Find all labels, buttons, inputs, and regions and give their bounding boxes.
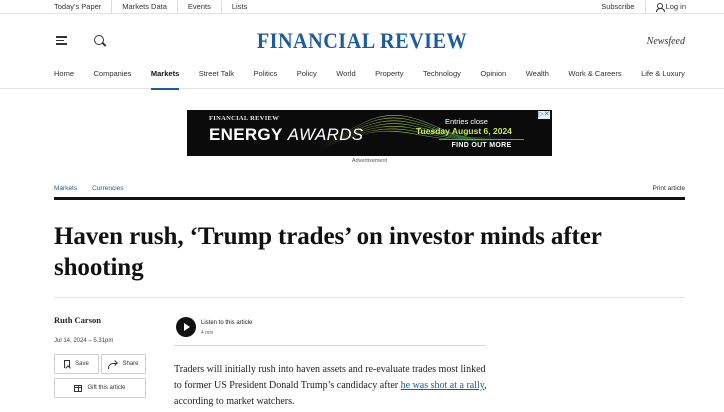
- article-headline: Haven rush, ‘Trump trades’ on investor m…: [54, 223, 602, 281]
- share-icon: [108, 361, 117, 369]
- article-body-paragraph: Traders will initially rush into haven a…: [174, 362, 494, 410]
- breadcrumb-currencies[interactable]: Currencies: [92, 185, 123, 192]
- ad-entries-close: Entries close: [445, 117, 488, 126]
- breadcrumb: Markets Currencies: [54, 185, 124, 192]
- nav-item-wealth[interactable]: Wealth: [526, 66, 549, 89]
- lists-link[interactable]: Lists: [222, 0, 257, 13]
- nav-item-street-talk[interactable]: Street Talk: [199, 66, 234, 89]
- audio-divider: [174, 345, 486, 346]
- listen-duration: 4 min: [201, 330, 214, 336]
- utility-links: Today's Paper Markets Data Events Lists: [54, 0, 257, 13]
- headline-divider: [54, 297, 685, 298]
- share-button[interactable]: Share: [101, 354, 146, 374]
- share-label: Share: [122, 361, 139, 367]
- top-utility-bar: Today's Paper Markets Data Events Lists …: [0, 0, 724, 14]
- nav-item-work-careers[interactable]: Work & Careers: [568, 66, 621, 89]
- login-label: Log in: [665, 2, 686, 11]
- subscribe-link[interactable]: Subscribe: [601, 0, 646, 13]
- nav-item-property[interactable]: Property: [375, 66, 403, 89]
- play-audio-button[interactable]: [176, 317, 196, 337]
- author-name[interactable]: Ruth Carson: [54, 315, 101, 325]
- ad-title: ENERGY AWARDS: [209, 125, 363, 145]
- bookmark-icon: [64, 360, 71, 368]
- nav-item-policy[interactable]: Policy: [297, 66, 317, 89]
- save-label: Save: [75, 361, 89, 367]
- nav-item-technology[interactable]: Technology: [423, 66, 461, 89]
- ad-date: Tuesday August 6, 2024: [416, 126, 512, 136]
- account-links: Subscribe Log in: [601, 0, 686, 13]
- ad-title-bold: ENERGY: [209, 125, 283, 144]
- nav-item-companies[interactable]: Companies: [93, 66, 131, 89]
- adchoices-icon[interactable]: ▷✕: [538, 111, 550, 119]
- print-article-link[interactable]: Print article: [652, 185, 685, 192]
- section-divider: [54, 197, 685, 200]
- listen-to-article-label[interactable]: Listen to this article: [201, 320, 252, 326]
- nav-item-markets[interactable]: Markets: [150, 66, 180, 90]
- nav-item-politics[interactable]: Politics: [253, 66, 277, 89]
- nav-item-world[interactable]: World: [336, 66, 355, 89]
- markets-data-link[interactable]: Markets Data: [112, 0, 178, 13]
- ad-find-out-more-button[interactable]: FIND OUT MORE: [439, 139, 524, 151]
- gift-label: Gift this article: [87, 385, 126, 391]
- nav-item-life-luxury[interactable]: Life & Luxury: [641, 66, 685, 89]
- events-link[interactable]: Events: [178, 0, 222, 13]
- site-logo[interactable]: FINANCIAL REVIEW: [29, 28, 695, 54]
- nav-item-home[interactable]: Home: [54, 66, 74, 89]
- ad-title-italic: AWARDS: [287, 125, 364, 144]
- advertisement-label: Advertisement: [351, 158, 388, 164]
- login-link[interactable]: Log in: [646, 2, 686, 12]
- section-nav: Home Companies Markets Street Talk Polit…: [0, 66, 724, 90]
- save-button[interactable]: Save: [54, 354, 99, 374]
- masthead: FINANCIAL REVIEW Newsfeed: [0, 14, 724, 66]
- gift-icon: [74, 384, 83, 392]
- ad-banner[interactable]: FINANCIAL REVIEW ENERGY AWARDS Entries c…: [187, 110, 552, 156]
- nav-item-opinion[interactable]: Opinion: [480, 66, 506, 89]
- newsfeed-link[interactable]: Newsfeed: [647, 36, 685, 47]
- todays-paper-link[interactable]: Today's Paper: [54, 0, 113, 13]
- shooting-article-link[interactable]: he was shot at a rally: [401, 380, 485, 391]
- breadcrumb-markets[interactable]: Markets: [54, 185, 77, 192]
- gift-article-button[interactable]: Gift this article: [54, 378, 146, 398]
- publish-date: Jul 14, 2024 – 5.31pm: [54, 338, 114, 344]
- ad-brand: FINANCIAL REVIEW: [209, 115, 279, 122]
- user-icon: [655, 2, 665, 12]
